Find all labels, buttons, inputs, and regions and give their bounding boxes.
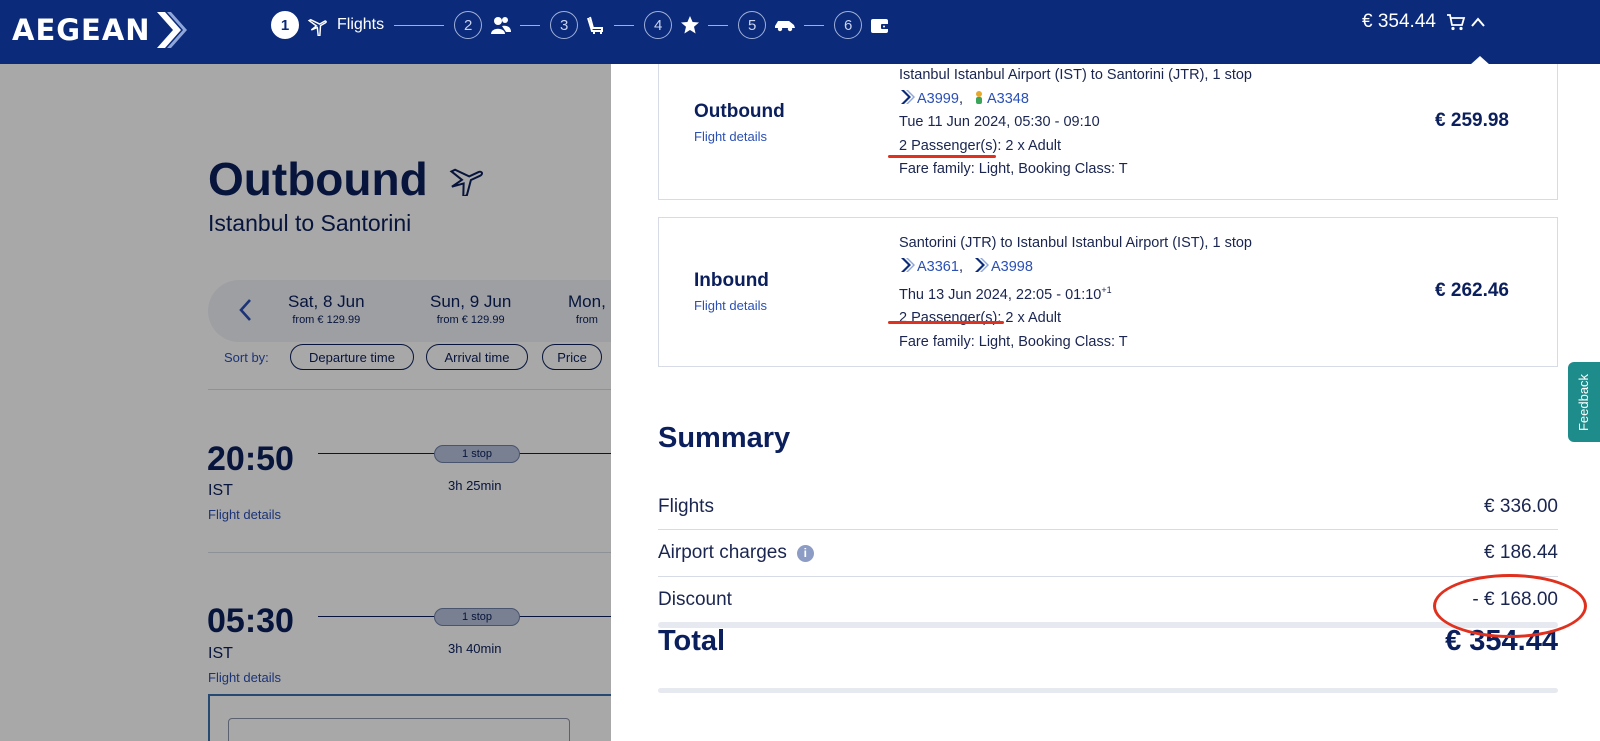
flight-number[interactable]: A3361 bbox=[917, 259, 959, 275]
flight-number[interactable]: A3998 bbox=[991, 259, 1033, 275]
passengers-detail: : 2 x Adult bbox=[997, 137, 1062, 154]
flight-number-separator: , bbox=[958, 258, 963, 275]
summary-value: € 336.00 bbox=[1484, 496, 1558, 517]
summary-label: Flights bbox=[658, 496, 714, 517]
aegean-logo[interactable]: AEGEAN bbox=[12, 8, 187, 52]
step-6-circle[interactable]: 6 bbox=[834, 11, 863, 39]
step-connector bbox=[520, 24, 541, 26]
partner-airline-logo-icon bbox=[976, 90, 982, 104]
datetime-text: Thu 13 Jun 2024, 22:05 - 01:10 bbox=[899, 286, 1102, 303]
route-text: Istanbul Istanbul Airport (IST) to Santo… bbox=[899, 67, 1252, 83]
passengers-label: 2 Passenger(s) bbox=[899, 137, 998, 154]
step-2-circle[interactable]: 2 bbox=[454, 11, 483, 39]
step-1-circle[interactable]: 1 bbox=[271, 11, 299, 39]
modal-backdrop[interactable] bbox=[0, 64, 611, 741]
wallet-icon bbox=[870, 16, 890, 34]
cart-total: € 354.44 bbox=[1362, 11, 1436, 32]
aegean-mini-logo-icon bbox=[901, 257, 915, 272]
flight-datetime: Tue 11 Jun 2024, 05:30 - 09:10 bbox=[899, 114, 1100, 130]
divider bbox=[658, 688, 1558, 693]
summary-value: € 186.44 bbox=[1484, 542, 1558, 563]
total-label: Total bbox=[658, 625, 726, 657]
flight-details-link[interactable]: Flight details bbox=[694, 298, 767, 313]
outbound-flight-card: Outbound Flight details Istanbul Istanbu… bbox=[658, 64, 1558, 200]
fare-family: Fare family: Light, Booking Class: T bbox=[899, 333, 1128, 350]
route-text: Santorini (JTR) to Istanbul Istanbul Air… bbox=[899, 235, 1252, 251]
info-icon[interactable]: i bbox=[796, 544, 814, 562]
summary-row-airport-charges: Airport charges i € 186.44 bbox=[658, 530, 1558, 576]
star-icon bbox=[680, 15, 700, 35]
step-4-circle[interactable]: 4 bbox=[644, 11, 673, 39]
summary-label: Discount bbox=[658, 589, 732, 610]
flight-info: Istanbul Istanbul Airport (IST) to Santo… bbox=[899, 64, 1252, 182]
step-connector bbox=[708, 24, 729, 26]
passengers-icon bbox=[490, 15, 512, 35]
annotation-underline bbox=[888, 321, 1004, 324]
booking-steps: 1 Flights 2 3 4 5 6 bbox=[271, 10, 898, 40]
step-5-circle[interactable]: 5 bbox=[738, 11, 767, 39]
outbound-heading: Outbound bbox=[694, 101, 785, 122]
aegean-mini-logo-icon bbox=[901, 89, 915, 104]
flight-info: Santorini (JTR) to Istanbul Istanbul Air… bbox=[899, 232, 1252, 354]
cart-icon bbox=[1446, 14, 1466, 31]
top-navigation-bar: AEGEAN 1 Flights 2 3 4 5 6 € 354.44 bbox=[0, 0, 1600, 64]
logo-wing-icon bbox=[156, 12, 187, 48]
next-day-marker: +1 bbox=[1101, 285, 1112, 295]
step-1-label[interactable]: Flights bbox=[337, 16, 384, 34]
plane-icon bbox=[307, 14, 329, 36]
flight-details-link[interactable]: Flight details bbox=[694, 129, 767, 144]
step-connector bbox=[804, 24, 825, 26]
flight-number-separator: , bbox=[958, 90, 963, 107]
summary-label: Airport charges bbox=[658, 542, 787, 563]
flight-number[interactable]: A3999 bbox=[917, 91, 959, 107]
summary-total: Total € 354.44 bbox=[658, 625, 1558, 658]
summary-label-wrap: Airport charges i bbox=[658, 542, 814, 564]
passengers-line: 2 Passenger(s): 2 x Adult bbox=[899, 307, 1252, 331]
logo-text: AEGEAN bbox=[12, 13, 151, 47]
step-connector bbox=[614, 24, 635, 26]
flight-datetime: Thu 13 Jun 2024, 22:05 - 01:10+1 bbox=[899, 279, 1252, 307]
fare-family: Fare family: Light, Booking Class: T bbox=[899, 161, 1128, 177]
annotation-circle bbox=[1433, 574, 1587, 638]
summary-row-discount: Discount - € 168.00 bbox=[658, 577, 1558, 623]
step-connector bbox=[394, 24, 445, 26]
annotation-underline bbox=[888, 155, 996, 158]
cart-summary[interactable]: € 354.44 bbox=[1362, 11, 1486, 33]
cart-dropdown-panel: Outbound Flight details Istanbul Istanbu… bbox=[611, 64, 1600, 741]
summary-title: Summary bbox=[658, 422, 791, 454]
passengers-detail: : 2 x Adult bbox=[997, 310, 1062, 327]
outbound-price: € 259.98 bbox=[1435, 110, 1509, 131]
feedback-tab[interactable]: Feedback bbox=[1568, 362, 1600, 442]
step-3-circle[interactable]: 3 bbox=[550, 11, 579, 39]
flight-number[interactable]: A3348 bbox=[987, 91, 1029, 107]
aegean-mini-logo-icon bbox=[975, 257, 989, 272]
car-icon bbox=[774, 18, 796, 32]
inbound-heading: Inbound bbox=[694, 270, 769, 291]
flight-numbers: A3361, A3998 bbox=[899, 256, 1252, 280]
flight-numbers: A3999, A3348 bbox=[899, 88, 1252, 112]
inbound-price: € 262.46 bbox=[1435, 280, 1509, 301]
chevron-up-icon[interactable] bbox=[1470, 16, 1486, 28]
inbound-flight-card: Inbound Flight details Santorini (JTR) t… bbox=[658, 217, 1558, 367]
feedback-label: Feedback bbox=[1576, 373, 1592, 431]
seat-icon bbox=[586, 15, 606, 35]
summary-row-flights: Flights € 336.00 bbox=[658, 484, 1558, 530]
